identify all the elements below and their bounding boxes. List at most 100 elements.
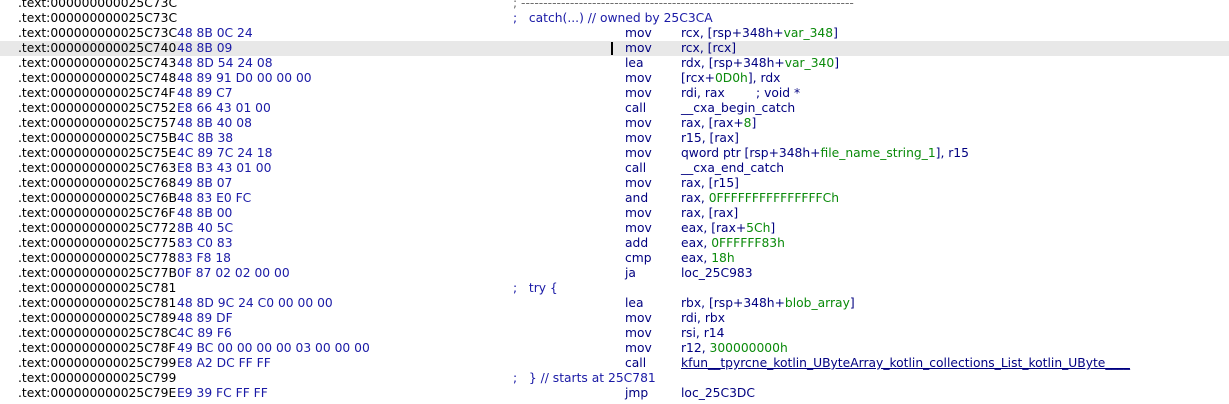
address-label[interactable]: .text:000000000025C73C [18,0,177,11]
instruction-mnemonic[interactable]: lea [625,56,644,71]
listing-row[interactable]: .text:000000000025C778 83 F8 18 cmp eax, 18… [0,251,1229,266]
listing-row[interactable]: .text:000000000025C752 E8 66 43 01 00 call… [0,101,1229,116]
instruction-mnemonic[interactable]: and [625,191,648,206]
instruction-operands[interactable]: rdx, [rsp+348h+var_340] [681,56,839,71]
instruction-mnemonic[interactable]: mov [625,146,652,161]
address-label[interactable]: .text:000000000025C77B [18,266,177,281]
address-label[interactable]: .text:000000000025C73C [18,11,177,26]
listing-row[interactable]: .text:000000000025C75B 4C 8B 38 mov r15, [r… [0,131,1229,146]
instruction-operands[interactable]: __cxa_begin_catch [681,101,795,116]
address-label[interactable]: .text:000000000025C757 [18,116,176,131]
instruction-mnemonic[interactable]: mov [625,116,652,131]
listing-row[interactable]: .text:000000000025C775 83 C0 83 add eax, 0F… [0,236,1229,251]
instruction-mnemonic[interactable]: mov [625,26,652,41]
address-label[interactable]: .text:000000000025C748 [18,71,176,86]
instruction-mnemonic[interactable]: mov [625,131,652,146]
address-label[interactable]: .text:000000000025C763 [18,161,176,176]
operand-symbol-link[interactable]: kfun__tpyrcne_kotlin_UByteArray_kotlin_c… [681,356,1130,370]
instruction-operands[interactable]: [rcx+0D0h], rdx [681,71,780,86]
instruction-operands[interactable]: loc_25C983 [681,266,753,281]
listing-row[interactable]: .text:000000000025C74F 48 89 C7 mov rdi, ra… [0,86,1229,101]
address-label[interactable]: .text:000000000025C740 [18,41,176,56]
listing-row[interactable]: .text:000000000025C748 48 89 91 D0 00 00 … [0,71,1229,86]
instruction-operands[interactable]: rbx, [rsp+348h+blob_array] [681,296,855,311]
instruction-operands[interactable]: rax, [rax+8] [681,116,756,131]
address-label[interactable]: .text:000000000025C781 [18,281,176,296]
instruction-operands[interactable]: qword ptr [rsp+348h+file_name_string_1],… [681,146,969,161]
address-label[interactable]: .text:000000000025C78F [18,341,176,356]
listing-row[interactable]: .text:000000000025C78F 49 BC 00 00 00 00 … [0,341,1229,356]
listing-row[interactable]: .text:000000000025C768 49 8B 07 mov rax, [r… [0,176,1229,191]
listing-row[interactable]: .text:000000000025C78C 4C 89 F6 mov rsi, r1… [0,326,1229,341]
listing-row[interactable]: .text:000000000025C73C ; ----------------… [0,0,1229,11]
instruction-operands[interactable]: rcx, [rsp+348h+var_348] [681,26,838,41]
address-label[interactable]: .text:000000000025C789 [18,311,176,326]
listing-row[interactable]: .text:000000000025C757 48 8B 40 08 mov rax,… [0,116,1229,131]
instruction-mnemonic[interactable]: cmp [625,251,652,266]
instruction-mnemonic[interactable]: mov [625,176,652,191]
listing-row[interactable]: .text:000000000025C781 48 8D 9C 24 C0 00 … [0,296,1229,311]
address-label[interactable]: .text:000000000025C752 [18,101,176,116]
instruction-mnemonic[interactable]: mov [625,311,652,326]
instruction-mnemonic[interactable]: mov [625,41,652,56]
address-label[interactable]: .text:000000000025C75E [18,146,176,161]
listing-row[interactable]: .text:000000000025C76F 48 8B 00 mov rax, [r… [0,206,1229,221]
address-label[interactable]: .text:000000000025C799 [18,356,176,371]
instruction-operands[interactable]: rax, 0FFFFFFFFFFFFFFFCh [681,191,839,206]
instruction-mnemonic[interactable]: call [625,356,646,371]
instruction-operands[interactable]: rsi, r14 [681,326,724,341]
instruction-operands[interactable]: r12, 300000000h [681,341,788,356]
listing-row[interactable]: .text:000000000025C77B 0F 87 02 02 00 00 j… [0,266,1229,281]
listing-row[interactable]: .text:000000000025C799 E8 A2 DC FF FF call… [0,356,1229,371]
instruction-mnemonic[interactable]: mov [625,326,652,341]
listing-row[interactable]: .text:000000000025C79E E9 39 FC FF FF jmp l… [0,386,1229,401]
instruction-mnemonic[interactable]: mov [625,206,652,221]
instruction-operands[interactable]: r15, [rax] [681,131,739,146]
instruction-operands[interactable]: rax, [rax] [681,206,738,221]
listing-row[interactable]: .text:000000000025C799 ; } // starts at 2… [0,371,1229,386]
listing-row[interactable]: .text:000000000025C73C 48 8B 0C 24 mov rcx,… [0,26,1229,41]
listing-row[interactable]: .text:000000000025C789 48 89 DF mov rdi, rb… [0,311,1229,326]
instruction-operands[interactable]: loc_25C3DC [681,386,755,401]
listing-row[interactable]: .text:000000000025C781 ; try { [0,281,1229,296]
instruction-mnemonic[interactable]: ja [625,266,636,281]
instruction-mnemonic[interactable]: call [625,101,646,116]
address-label[interactable]: .text:000000000025C781 [18,296,176,311]
instruction-operands[interactable]: __cxa_end_catch [681,161,784,176]
instruction-operands[interactable]: rcx, [rcx] [681,41,736,56]
instruction-mnemonic[interactable]: mov [625,221,652,236]
address-label[interactable]: .text:000000000025C73C [18,26,177,41]
address-label[interactable]: .text:000000000025C768 [18,176,176,191]
instruction-operands[interactable]: eax, 0FFFFFF83h [681,236,785,251]
listing-row[interactable]: .text:000000000025C73C ; catch(...) // ow… [0,11,1229,26]
instruction-mnemonic[interactable]: lea [625,296,644,311]
instruction-mnemonic[interactable]: add [625,236,648,251]
instruction-mnemonic[interactable]: mov [625,71,652,86]
address-label[interactable]: .text:000000000025C799 [18,371,176,386]
address-label[interactable]: .text:000000000025C76B [18,191,177,206]
listing-row[interactable]: .text:000000000025C740 48 8B 09 mov rcx, [r… [0,41,1229,56]
address-label[interactable]: .text:000000000025C78C [18,326,177,341]
instruction-mnemonic[interactable]: mov [625,86,652,101]
address-label[interactable]: .text:000000000025C772 [18,221,176,236]
address-label[interactable]: .text:000000000025C79E [18,386,176,401]
address-label[interactable]: .text:000000000025C778 [18,251,176,266]
instruction-mnemonic[interactable]: call [625,161,646,176]
listing-row[interactable]: .text:000000000025C75E 4C 89 7C 24 18 mov q… [0,146,1229,161]
instruction-operands[interactable]: eax, [rax+5Ch] [681,221,775,236]
instruction-operands[interactable]: rdi, rax ; void * [681,86,800,101]
address-label[interactable]: .text:000000000025C76F [18,206,176,221]
instruction-mnemonic[interactable]: mov [625,341,652,356]
address-label[interactable]: .text:000000000025C743 [18,56,176,71]
listing-row[interactable]: .text:000000000025C743 48 8D 54 24 08 lea r… [0,56,1229,71]
disassembly-listing[interactable]: .text:000000000025C73C ; ----------------… [0,0,1229,404]
instruction-operands[interactable]: rdi, rbx [681,311,725,326]
instruction-mnemonic[interactable]: jmp [625,386,648,401]
instruction-operands[interactable]: eax, 18h [681,251,735,266]
address-label[interactable]: .text:000000000025C75B [18,131,177,146]
listing-row[interactable]: .text:000000000025C76B 48 83 E0 FC and rax,… [0,191,1229,206]
listing-row[interactable]: .text:000000000025C772 8B 40 5C mov eax, [r… [0,221,1229,236]
listing-row[interactable]: .text:000000000025C763 E8 B3 43 01 00 call… [0,161,1229,176]
address-label[interactable]: .text:000000000025C775 [18,236,176,251]
instruction-operands[interactable]: rax, [r15] [681,176,739,191]
